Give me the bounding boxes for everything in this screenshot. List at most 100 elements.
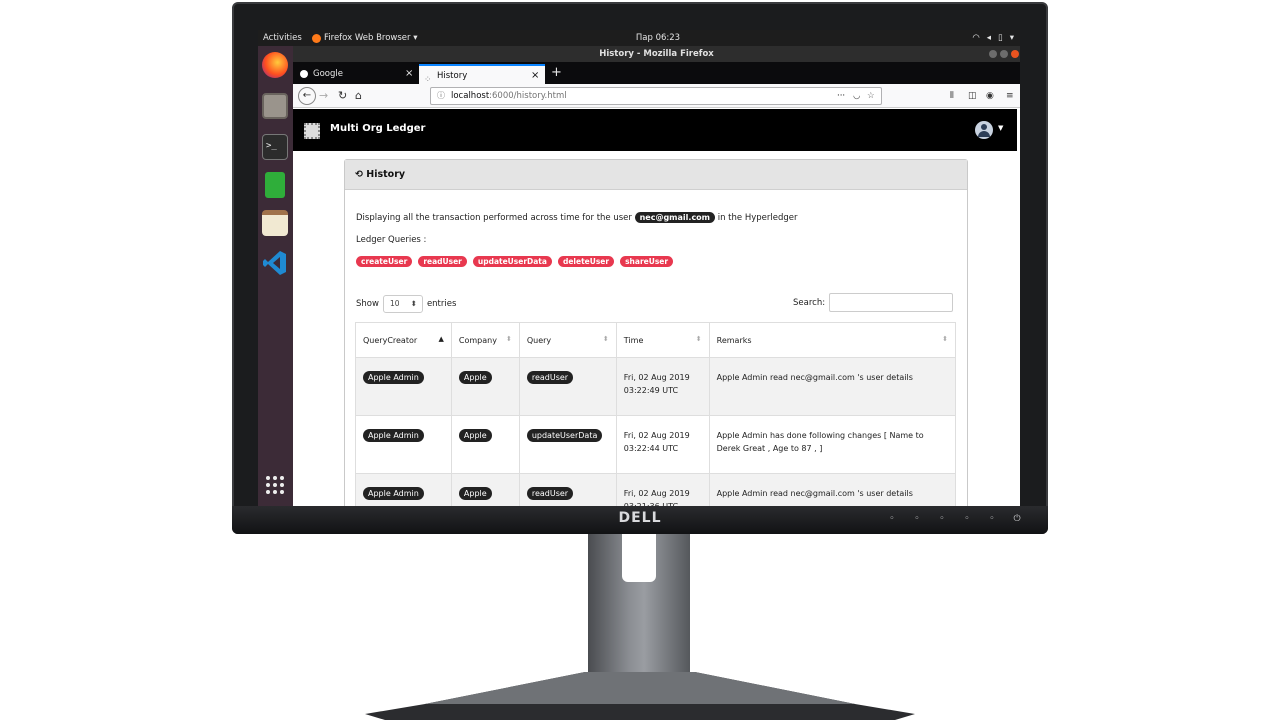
url-path: :6000/history.html <box>489 91 567 101</box>
table-search: Search: <box>793 293 954 312</box>
description-text: Displaying all the transaction performed… <box>356 212 797 223</box>
reload-button[interactable]: ↻ <box>338 88 347 104</box>
monitor-power-button[interactable]: ⏻ <box>1011 513 1023 525</box>
monitor-button-1[interactable]: ◦ <box>886 513 898 525</box>
window-title-bar: History - Mozilla Firefox <box>293 46 1020 62</box>
monitor-button-2[interactable]: ◦ <box>911 513 923 525</box>
table-row: Apple Admin Apple readUser Fri, 02 Aug 2… <box>355 473 957 506</box>
terminal-dock-icon[interactable]: >_ <box>262 134 288 160</box>
close-tab-icon[interactable]: × <box>531 66 539 86</box>
firefox-small-icon <box>312 33 321 43</box>
back-button[interactable]: ← <box>298 87 316 105</box>
minimize-button[interactable] <box>989 50 997 58</box>
battery-icon: ▯ <box>998 33 1003 43</box>
cell-query: readUser <box>518 473 617 506</box>
url-host: localhost <box>451 91 490 101</box>
cell-company: Apple <box>450 415 520 474</box>
column-header-remarks[interactable]: Remarks ⬍ <box>708 322 957 358</box>
volume-icon: ◂ <box>986 33 992 43</box>
avatar-head <box>981 124 987 130</box>
sidebar-icon[interactable]: ◫ <box>968 88 977 104</box>
vscode-dock-icon[interactable] <box>263 250 287 276</box>
cell-time: Fri, 02 Aug 2019 03:22:44 UTC <box>615 415 710 474</box>
new-tab-button[interactable]: + <box>551 64 562 82</box>
user-dropdown-caret-icon[interactable]: ▼ <box>998 124 1003 132</box>
ledger-queries-label: Ledger Queries : <box>356 235 427 245</box>
column-header-company[interactable]: Company ⬍ <box>450 322 520 358</box>
column-header-querycreator[interactable]: QueryCreator ▲ <box>355 322 452 358</box>
query-badge-readuser[interactable]: readUser <box>418 256 467 267</box>
maximize-button[interactable] <box>1000 50 1008 58</box>
close-window-button[interactable] <box>1011 50 1019 58</box>
bookmark-star-icon[interactable]: ☆ <box>867 88 875 104</box>
tab-google[interactable]: Google × <box>295 64 419 84</box>
dell-logo: DELL <box>618 510 662 526</box>
table-row: Apple Admin Apple readUser Fri, 02 Aug 2… <box>355 357 957 416</box>
header-label: Query <box>526 335 552 345</box>
description-suffix: in the Hyperledger <box>717 213 798 223</box>
avatar-body <box>978 131 990 137</box>
company-badge: Apple <box>458 371 492 384</box>
column-header-query[interactable]: Query ⬍ <box>518 322 617 358</box>
activities-button[interactable]: Activities <box>263 30 302 46</box>
cell-time: Fri, 02 Aug 2019 03:21:36 UTC <box>615 473 710 506</box>
monitor-button-3[interactable]: ◦ <box>936 513 948 525</box>
monitor-button-4[interactable]: ◦ <box>961 513 973 525</box>
show-applications-icon[interactable] <box>266 476 284 494</box>
tab-history[interactable]: ⁘ History × <box>419 64 545 86</box>
header-label: QueryCreator <box>363 335 418 345</box>
forward-button[interactable]: → <box>319 88 328 104</box>
package-dock-icon[interactable] <box>265 172 285 198</box>
header-label: Remarks <box>716 335 752 345</box>
company-badge: Apple <box>458 487 492 500</box>
sort-icon: ⬍ <box>695 335 702 343</box>
cell-company: Apple <box>450 357 520 416</box>
library-icon[interactable]: ⫴ <box>950 88 954 104</box>
cell-creator: Apple Admin <box>355 357 452 416</box>
show-label: Show <box>356 299 379 309</box>
ledger-query-badges: createUser readUser updateUserData delet… <box>356 256 674 267</box>
clock[interactable]: Пар 06:23 <box>628 30 688 46</box>
cell-remarks: Apple Admin read nec@gmail.com 's user d… <box>708 357 957 416</box>
app-menu[interactable]: Firefox Web Browser ▾ <box>312 30 417 46</box>
account-icon[interactable]: ◉ <box>986 88 994 104</box>
site-info-icon[interactable]: ⓘ <box>437 88 445 104</box>
brand-logo-icon[interactable] <box>304 123 320 139</box>
tab-label: Google <box>313 69 343 79</box>
close-tab-icon[interactable]: × <box>405 64 413 84</box>
query-badge-shareuser[interactable]: shareUser <box>620 256 674 267</box>
firefox-dock-icon[interactable] <box>262 52 288 78</box>
query-badge-createuser[interactable]: createUser <box>356 256 413 267</box>
entries-label: entries <box>426 299 457 309</box>
query-badge: readUser <box>526 487 574 500</box>
sort-icon: ⬍ <box>942 335 948 343</box>
query-badge: updateUserData <box>526 429 603 442</box>
cell-time: Fri, 02 Aug 2019 03:22:49 UTC <box>615 357 710 416</box>
user-avatar-icon[interactable] <box>975 121 993 139</box>
query-badge-deleteuser[interactable]: deleteUser <box>557 256 615 267</box>
search-input[interactable] <box>829 293 954 312</box>
hamburger-menu-icon[interactable]: ≡ <box>1006 88 1014 104</box>
page-length-select[interactable]: 10 ⬍ <box>382 295 423 313</box>
home-button[interactable]: ⌂ <box>355 88 362 104</box>
column-header-time[interactable]: Time ⬍ <box>615 322 710 358</box>
pocket-icon[interactable]: ◡ <box>853 88 860 104</box>
query-badge-updateuserdata[interactable]: updateUserData <box>472 256 552 267</box>
creator-badge: Apple Admin <box>363 429 424 442</box>
creator-badge: Apple Admin <box>363 487 424 500</box>
user-email-badge: nec@gmail.com <box>634 212 716 223</box>
page-actions-icon[interactable]: ··· <box>837 88 845 104</box>
tab-label: History <box>437 71 468 81</box>
page-length-value: 10 <box>389 299 400 308</box>
url-bar[interactable]: ⓘ localhost:6000/history.html ··· ◡ ☆ <box>430 87 882 105</box>
system-tray[interactable]: ◠ ◂ ▯ ▾ <box>972 30 1014 46</box>
header-label: Time <box>623 335 644 345</box>
files-dock-icon[interactable] <box>262 93 288 119</box>
card-header <box>345 160 967 190</box>
monitor-button-5[interactable]: ◦ <box>986 513 998 525</box>
brand-title[interactable]: Multi Org Ledger <box>330 123 425 134</box>
wifi-icon: ◠ <box>972 33 980 43</box>
card-title-label: History <box>366 169 406 180</box>
text-editor-dock-icon[interactable] <box>262 210 288 236</box>
cell-creator: Apple Admin <box>355 415 452 474</box>
